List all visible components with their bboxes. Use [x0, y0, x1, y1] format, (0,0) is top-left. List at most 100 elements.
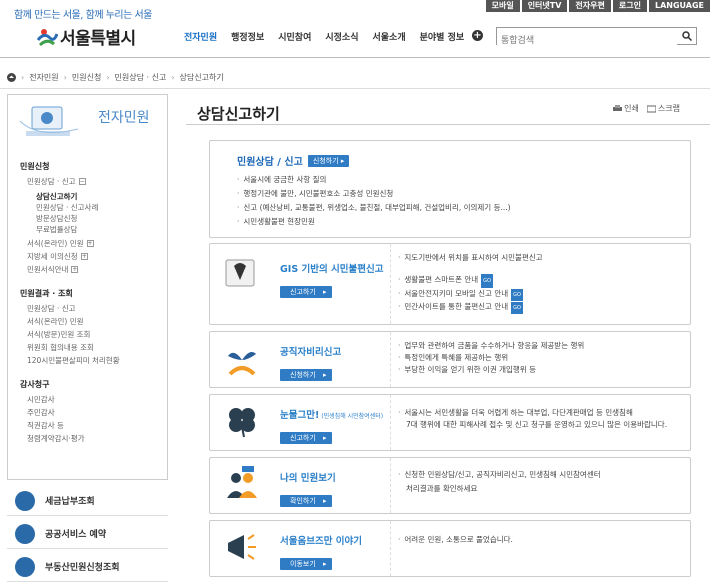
breadcrumb-current: 상담신고하기 — [179, 73, 224, 82]
nav-item-participation[interactable]: 시민참여 — [271, 30, 318, 43]
sidebar-section-title: 민원결과 · 조회 — [20, 289, 73, 298]
sidebar-header: 전자민원 — [8, 95, 167, 145]
quick-link-realestate[interactable]: 부동산민원신청조회 — [7, 552, 168, 582]
top-link-tv[interactable]: 인터넷TV — [521, 0, 568, 12]
scrap-icon — [646, 105, 656, 112]
view-button[interactable]: 확인하기 ▸ — [280, 488, 332, 507]
slogan: 함께 만드는 서울, 함께 누리는 서울 — [14, 10, 152, 21]
megaphone-icon — [228, 534, 256, 560]
sidebar-item[interactable]: 민원상담 · 신고 — [27, 302, 167, 315]
breadcrumb-item[interactable]: 민원신청 — [72, 72, 101, 83]
card-gis-report: GIS 기반의 시민불편신고 신고하기 ▸ 지도기반에서 위치를 표시하여 시민… — [209, 243, 691, 325]
sidebar-item[interactable]: 청렴계약감시·평가 — [27, 432, 167, 445]
sidebar-item[interactable]: 시민감사 — [27, 393, 167, 406]
page-tools: 인쇄 스크랩 — [613, 103, 680, 114]
sidebar-subitem-legal[interactable]: 무료법률상담 — [36, 224, 167, 235]
bullet-text: 부당한 이익을 얻기 위한 이권 개입행위 등 — [398, 364, 584, 376]
sidebar-section: 민원신청 민원상담 · 신고 − 상담신고하기 민원상담 · 신고사례 방문상담신… — [8, 161, 167, 276]
search-input[interactable] — [497, 32, 677, 48]
sidebar-section: 감사청구 시민감사 주민감사 직권감사 등 청렴계약감시·평가 — [8, 379, 167, 445]
top-link-mobile[interactable]: 모바일 — [485, 0, 520, 12]
card-title: 공직자비리신고 — [280, 347, 342, 358]
report-button[interactable]: 신고하기 ▸ — [280, 279, 332, 298]
bullet-text: 행정기관에 불만, 시민불편호소 고충성 민원신청 — [237, 187, 511, 201]
users-icon — [227, 466, 257, 498]
nav-more-plus-icon[interactable]: + — [472, 30, 483, 41]
sidebar-item[interactable]: 서식(온라인) 민원 — [27, 315, 167, 328]
sidebar-item-forms[interactable]: 민원서식안내 + — [27, 263, 167, 276]
expand-icon[interactable]: + — [80, 253, 88, 260]
go-badge[interactable]: GO — [511, 289, 523, 301]
bullet-text: 신청한 민원상담/신고, 공직자비리신고, 민생침해 시민참여센터 — [398, 468, 600, 482]
home-icon[interactable] — [7, 73, 16, 82]
breadcrumb-sep-icon: › — [106, 73, 110, 82]
card-divider — [390, 395, 391, 450]
bullet-text: 업무와 관련하여 금품을 수수하거나 향응을 제공받는 행위 — [398, 340, 584, 352]
sidebar-item-consult[interactable]: 민원상담 · 신고 − — [27, 175, 167, 188]
card-divider — [390, 521, 391, 576]
quick-link-reservation[interactable]: 공공서비스 예약 — [7, 519, 168, 549]
card-ombudsman: 서울옴브즈만 이야기 이동보기 ▸ 어려운 민원, 소통으로 풀었습니다. — [209, 520, 691, 577]
card-consumer-harm: 눈물그만!(민생침해 시민참여센터) 신고하기 ▸ 서울시는 서민생활을 더욱 … — [209, 394, 691, 451]
bullet-continuation: 7대 행위에 대한 피해사례 접수 및 신고 청구를 운영하고 있으니 많은 이… — [406, 420, 668, 429]
sidebar-subitem-visit[interactable]: 방문상담신청 — [36, 213, 167, 224]
bullet-text: 신고 (예산낭비, 교통불편, 위생업소, 불친절, 대부업피해, 건설업비리,… — [237, 201, 510, 215]
sidebar-item[interactable]: 직권감사 등 — [27, 419, 167, 432]
sidebar-item-online[interactable]: 서식(온라인) 민원 + — [27, 237, 167, 250]
sidebar-subitem-cases[interactable]: 민원상담 · 신고사례 — [36, 202, 167, 213]
main-nav: 전자민원 행정정보 시민참여 시정소식 서울소개 분야별 정보 — [177, 30, 471, 43]
apply-button[interactable]: 신청하기 ▸ — [280, 362, 332, 381]
sidebar-item[interactable]: 주민감사 — [27, 406, 167, 419]
expand-icon[interactable]: + — [71, 266, 79, 273]
sidebar-item[interactable]: 위원회 협의내용 조회 — [27, 341, 167, 354]
go-badge[interactable]: GO — [481, 274, 493, 288]
page-title: 상담신고하기 — [197, 105, 280, 123]
title-divider — [186, 124, 710, 125]
link-private-site[interactable]: 민간사이트를 통한 불편신고 안내GO — [398, 301, 543, 314]
sidebar-item[interactable]: 120시민불편살피미 처리현황 — [27, 354, 167, 367]
site-logo[interactable]: 서울특별시 — [36, 24, 136, 49]
go-badge[interactable]: GO — [511, 302, 523, 314]
bullet-continuation: 처리결과를 확인하세요 — [406, 484, 478, 493]
collapse-icon[interactable]: − — [78, 178, 86, 185]
sidebar-section-title: 민원신청 — [20, 162, 50, 171]
report-button[interactable]: 신고하기 ▸ — [280, 425, 332, 444]
card-title: 서울옴브즈만 이야기 — [280, 536, 362, 547]
search-box — [496, 27, 697, 48]
top-link-email[interactable]: 전자우편 — [569, 0, 611, 12]
top-link-language[interactable]: LANGUAGE — [648, 0, 710, 12]
nav-item-about[interactable]: 서울소개 — [366, 30, 413, 43]
sidebar-subitem-report[interactable]: 상담신고하기 — [36, 191, 167, 202]
print-button[interactable]: 인쇄 — [613, 103, 639, 114]
top-utility-bar: 모바일 인터넷TV 전자우편 로그인 LANGUAGE — [485, 0, 710, 12]
card-corruption-report: 공직자비리신고 신청하기 ▸ 업무와 관련하여 금품을 수수하거나 향응을 제공… — [209, 331, 691, 388]
card-title: GIS 기반의 시민불편신고 — [280, 264, 384, 275]
nav-item-civil[interactable]: 전자민원 — [177, 30, 224, 43]
bullet-text: 시민생활불편 현장민원 — [237, 215, 511, 229]
sidebar-title: 전자민원 — [98, 110, 150, 126]
card-title: 눈물그만! (민생침해 시민참여센터) — [280, 410, 384, 421]
building-icon — [15, 556, 35, 577]
breadcrumb-item[interactable]: 민원상담 · 신고 — [115, 72, 167, 83]
bullet-text: 특정인에게 특혜를 제공하는 행위 — [398, 352, 584, 364]
sprout-icon — [228, 352, 256, 376]
breadcrumb-item[interactable]: 전자민원 — [29, 72, 58, 83]
nav-item-field[interactable]: 분야별 정보 — [413, 30, 472, 43]
expand-icon[interactable]: + — [86, 240, 94, 247]
link-safety[interactable]: 서울안전지키미 모바일 신고 안내GO — [398, 288, 543, 301]
logo-text: 서울특별시 — [60, 29, 136, 49]
sidebar-item-localtax[interactable]: 지방세 이의신청 + — [27, 250, 167, 263]
search-icon[interactable] — [682, 31, 692, 41]
breadcrumb: › 전자민원 › 민원신청 › 민원상담 · 신고 › 상담신고하기 — [7, 72, 224, 83]
top-link-login[interactable]: 로그인 — [612, 0, 647, 12]
quick-link-tax[interactable]: 세금납부조회 — [7, 486, 168, 516]
link-smartphone[interactable]: 생활불편 스마트폰 안내GO — [398, 273, 543, 288]
go-button[interactable]: 이동보기 ▸ — [280, 551, 332, 570]
nav-item-admin[interactable]: 행정정보 — [224, 30, 271, 43]
scrap-button[interactable]: 스크랩 — [646, 103, 680, 114]
sidebar-item[interactable]: 서식(방문)민원 조회 — [27, 328, 167, 341]
print-icon — [613, 104, 623, 111]
apply-button[interactable]: 신청하기 ▸ — [307, 154, 350, 167]
breadcrumb-sep-icon: › — [63, 73, 67, 82]
nav-item-news[interactable]: 시정소식 — [318, 30, 365, 43]
